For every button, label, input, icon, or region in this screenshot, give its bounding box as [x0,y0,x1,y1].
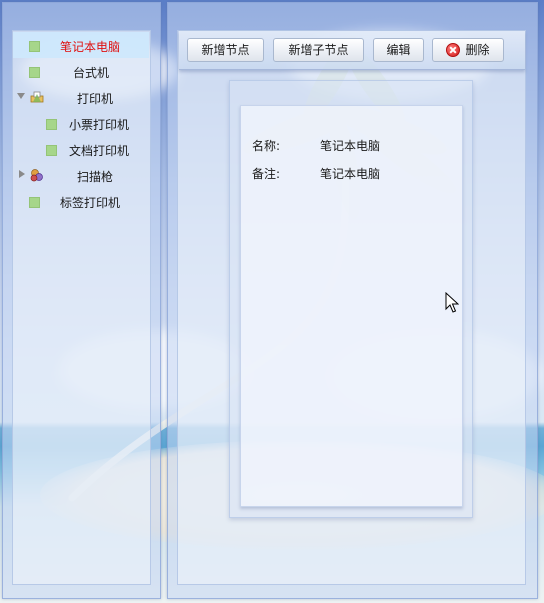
delete-button[interactable]: 删除 [432,38,504,62]
note-value: 笔记本电脑 [320,167,381,181]
tree-item-label: 扫描枪 [77,170,114,184]
collapse-arrow-icon[interactable] [17,93,25,99]
leaf-icon [29,67,40,78]
tree-item-printer[interactable]: 打印机 [13,84,149,110]
mouse-cursor-icon [445,292,459,313]
tree-item-scanner[interactable]: 扫描枪 [13,162,149,188]
leaf-icon [29,41,40,52]
tree-item-receipt-printer[interactable]: 小票打印机 [13,110,149,136]
add-child-node-button[interactable]: 新增子节点 [273,38,364,62]
leaf-icon [29,197,40,208]
toolbar: 新增节点 新增子节点 编辑 删除 [179,31,525,70]
tree-item-laptop[interactable]: 笔记本电脑 [13,32,149,58]
tree-item-label: 台式机 [73,66,110,80]
printer-group-icon [30,91,44,103]
note-label: 备注: [252,167,281,181]
name-value: 笔记本电脑 [320,139,381,153]
tree-item-document-printer[interactable]: 文档打印机 [13,136,149,162]
desktop-background: 笔记本电脑 台式机 打印机 小票打印机 文档打印机 扫描枪 标签打印机 新增节点… [0,0,544,603]
tree-item-label-printer[interactable]: 标签打印机 [13,188,149,214]
add-node-button[interactable]: 新增节点 [187,38,264,62]
expand-arrow-icon[interactable] [19,170,25,178]
tree-item-desktop[interactable]: 台式机 [13,58,149,84]
tree-item-label: 小票打印机 [69,118,130,132]
tree-item-label: 文档打印机 [69,144,130,158]
tree-item-label: 标签打印机 [60,196,121,210]
delete-icon [446,43,461,57]
edit-button[interactable]: 编辑 [373,38,424,62]
delete-button-label: 删除 [465,43,490,57]
tree-item-label: 打印机 [77,92,114,106]
scanner-group-icon [30,169,43,182]
leaf-icon [46,119,57,130]
name-label: 名称: [252,139,281,153]
tree-item-label: 笔记本电脑 [60,40,121,54]
leaf-icon [46,145,57,156]
